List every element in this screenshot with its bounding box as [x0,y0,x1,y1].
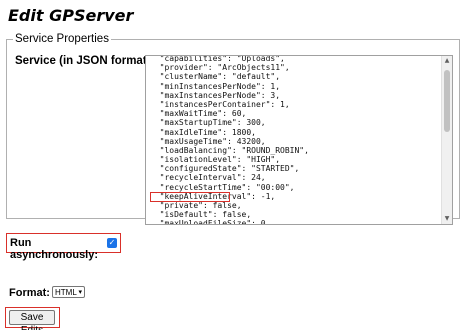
save-edits-button[interactable]: Save Edits [9,310,55,330]
json-field-label: Service (in JSON format):* [15,55,159,67]
format-selected-value: HTML [55,288,77,297]
edit-gpserver-page: Edit GPServer Service Properties Service… [0,0,474,330]
json-line: "private": false, [150,201,242,210]
run-async-checkbox[interactable]: ✓ [107,238,117,248]
run-async-highlight: Run asynchronously: ✓ [6,233,121,261]
json-line: "loadBalancing": "ROUND_ROBIN", [150,145,309,155]
json-line: "instancesPerContainer": 1, [150,99,290,109]
json-line: "isolationLevel": "HIGH", [150,155,281,165]
json-line: "configuredState": "STARTED", [150,164,300,174]
json-line: "recycleStartTime": "00:00", [150,182,295,192]
page-title: Edit GPServer [8,6,134,25]
format-select[interactable]: HTML ▾ [52,286,85,298]
format-label: Format: [9,287,50,299]
json-line: "maxStartupTime": 300, [150,118,266,128]
json-line: "recycleInterval": 24, [150,173,266,183]
json-line: "capabilities": "Uploads", [150,55,285,63]
json-line: "maxWaitTime": 60, [150,109,247,119]
service-properties-fieldset: Service Properties Service (in JSON form… [6,33,460,225]
save-edits-highlight: Save Edits [5,307,60,330]
scroll-thumb[interactable] [444,70,450,132]
service-json-textarea[interactable]: "capabilities": "Uploads", "provider": "… [145,55,453,225]
json-line: "maxIdleTime": 1800, [150,127,256,137]
json-line: "provider": "ArcObjects11", [150,63,290,73]
chevron-down-icon: ▾ [78,289,82,296]
scroll-down-arrow-icon[interactable]: ▼ [442,214,452,224]
scroll-up-arrow-icon[interactable]: ▲ [442,56,452,66]
json-line: "clusterName": "default", [150,72,281,82]
json-line: "minInstancesPerNode": 1, [150,81,281,91]
is-default-highlight [150,192,230,202]
json-line: "maxUploadFileSize": 0, [150,219,271,225]
json-line: "maxInstancesPerNode": 3, [150,90,281,100]
json-line: "isDefault": false, [150,210,252,220]
json-line: "maxUsageTime": 43200, [150,136,266,146]
service-properties-legend: Service Properties [15,33,109,45]
json-scrollbar[interactable]: ▲ ▼ [441,56,452,224]
run-async-label: Run asynchronously: [10,237,99,261]
